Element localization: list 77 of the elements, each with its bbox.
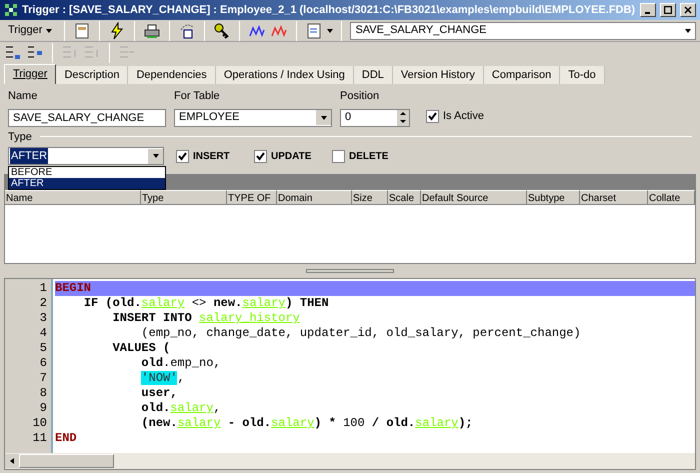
code-line: old.emp_no,: [140, 356, 222, 371]
tab[interactable]: Trigger: [4, 64, 56, 84]
checkbox[interactable]: [332, 150, 345, 162]
column-header[interactable]: TYPE OF: [227, 190, 277, 205]
document-icon[interactable]: [305, 22, 324, 40]
line-number: 8: [38, 386, 48, 401]
field-label: Name: [8, 89, 38, 104]
checkbox[interactable]: [176, 150, 189, 162]
tab[interactable]: Dependencies: [128, 66, 216, 84]
column-header[interactable]: Domain: [277, 190, 352, 205]
code-line: (emp_no, change_date, updater_id, old_salary, percent_change): [140, 326, 582, 341]
column-header[interactable]: Subtype: [527, 190, 580, 205]
field-label: Type: [8, 130, 32, 144]
code-line: IF (old.salary <> new.salary) THEN: [82, 296, 330, 311]
checkbox[interactable]: [426, 110, 439, 123]
minimize-button[interactable]: [640, 3, 656, 17]
close-icon: [684, 6, 692, 14]
line-number: 2: [38, 296, 48, 311]
tab[interactable]: DDL: [354, 66, 393, 84]
code-line: user,: [140, 386, 178, 401]
tab[interactable]: Comparison: [484, 66, 560, 84]
checkbox[interactable]: [254, 150, 267, 162]
column-header[interactable]: Size: [352, 190, 388, 205]
tab[interactable]: Description: [56, 66, 128, 84]
name-field[interactable]: SAVE_SALARY_CHANGE: [8, 108, 166, 126]
caret-icon: [46, 28, 52, 32]
line-number: 11: [32, 431, 48, 446]
code-line: old.salary,: [140, 401, 222, 416]
line-number: 9: [38, 401, 48, 416]
table-select[interactable]: EMPLOYEE: [174, 108, 332, 126]
checkbox-label: DELETE: [349, 150, 388, 164]
window-title: Trigger : [SAVE_SALARY_CHANGE] : Employee_2_1 (localhost/3021:C:\FB3021\examples\empbuild\EMPLOYEE.FDB): [22, 2, 636, 18]
maximize-button[interactable]: [660, 3, 676, 17]
column-header[interactable]: Charset: [580, 190, 648, 205]
checkbox-label: INSERT: [193, 150, 230, 164]
line-number: 5: [38, 341, 48, 356]
caret-icon: [152, 154, 158, 158]
code-line: (new.salary - old.salary) * 100 / old.salary);: [140, 416, 474, 431]
column-header[interactable]: Default Source: [421, 190, 527, 205]
caret-icon: [320, 116, 326, 120]
dropdown-option[interactable]: AFTER: [9, 178, 165, 189]
column-header[interactable]: Name: [5, 190, 141, 205]
maximize-icon: [664, 6, 672, 14]
code-line: VALUES (: [112, 341, 172, 356]
line-number: 6: [38, 356, 48, 371]
column-header[interactable]: Collate: [648, 190, 695, 205]
tab[interactable]: Operations / Index Using: [216, 66, 354, 84]
column-header[interactable]: Scale: [388, 190, 421, 205]
tab[interactable]: Version History: [392, 66, 484, 84]
horizontal-scrollbar[interactable]: [5, 453, 695, 469]
line-number: 7: [38, 371, 48, 386]
field-label: For Table: [174, 89, 221, 104]
object-select[interactable]: SAVE_SALARY_CHANGE: [350, 22, 696, 40]
indent-icon[interactable]: [4, 44, 22, 62]
line-number: 10: [32, 416, 48, 431]
field-label: Position: [340, 89, 380, 104]
caret-icon[interactable]: [327, 28, 334, 32]
column-header[interactable]: Type: [141, 190, 227, 205]
splitter-handle[interactable]: [306, 269, 394, 273]
line-number: 3: [38, 311, 48, 326]
code-line: END: [55, 431, 78, 446]
checkbox-label: Is Active: [443, 109, 484, 124]
trigger-menu-button[interactable]: Trigger: [4, 22, 56, 39]
line-number: 4: [38, 326, 48, 341]
key-icon[interactable]: [213, 22, 232, 40]
checkbox-label: UPDATE: [271, 150, 312, 164]
printer-icon[interactable]: [143, 22, 162, 40]
app-icon: [4, 3, 18, 17]
form-icon[interactable]: [73, 22, 92, 40]
tab[interactable]: To-do: [560, 66, 605, 84]
dropdown-option[interactable]: BEFORE: [9, 167, 165, 178]
type-select[interactable]: AFTER: [8, 147, 164, 165]
position-spinner[interactable]: 0: [340, 108, 410, 126]
caret-icon: [685, 28, 691, 32]
line-number: 1: [38, 281, 48, 296]
close-button[interactable]: [680, 3, 696, 17]
code-line: INSERT INTO salary_history: [112, 311, 301, 326]
